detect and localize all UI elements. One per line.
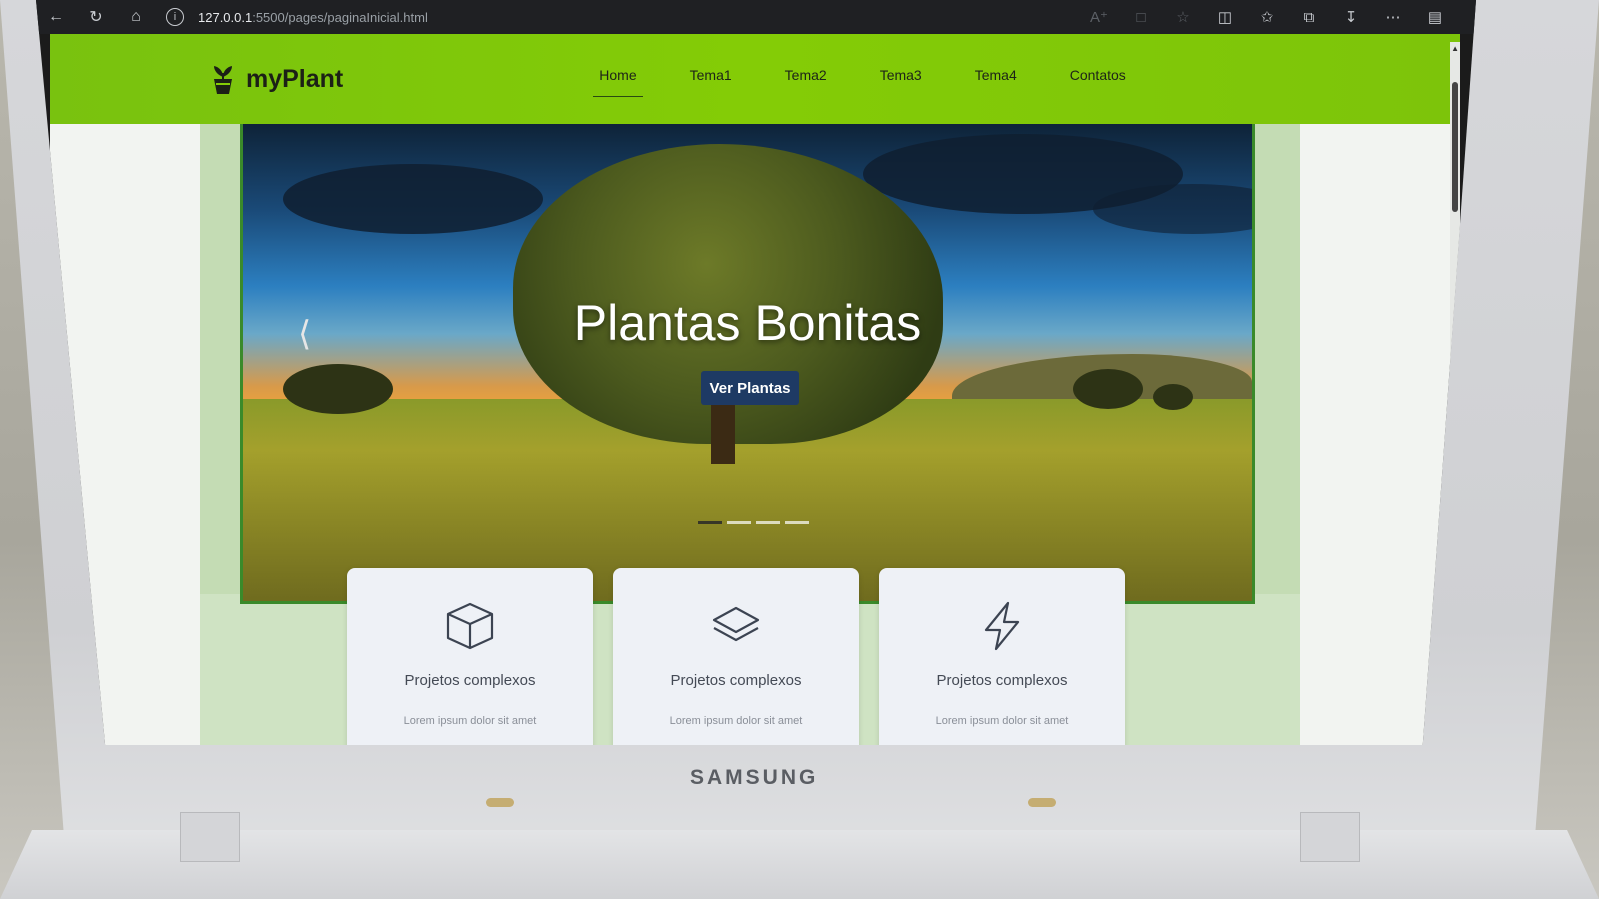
nav-tema2[interactable]: Tema2 [779, 61, 833, 97]
address-bar[interactable]: i 127.0.0.1:5500/pages/paginaInicial.htm… [166, 8, 428, 26]
hero-title: Plantas Bonitas [573, 295, 922, 351]
distant-tree [283, 364, 393, 414]
distant-tree [1153, 384, 1193, 410]
hero-carousel: ⟨ Plantas Bonitas Ver Plantas [240, 124, 1255, 604]
browser-toolbar: ← ↻ ⌂ i 127.0.0.1:5500/pages/paginaInici… [36, 0, 1476, 34]
nav-contatos[interactable]: Contatos [1064, 61, 1132, 97]
feature-card: Projetos complexos Lorem ipsum dolor sit… [879, 568, 1125, 745]
laptop-hinge [180, 812, 240, 862]
carousel-indicators [698, 521, 814, 524]
lightning-icon [984, 601, 1020, 651]
sidebar-icon[interactable]: ▤ [1414, 0, 1456, 34]
plant-pot-icon [214, 66, 232, 94]
site-info-icon[interactable]: i [166, 8, 184, 26]
card-text: Lorem ipsum dolor sit amet [935, 715, 1069, 727]
card-title: Projetos complexos [404, 672, 536, 689]
more-menu-icon[interactable]: ⋯ [1372, 0, 1414, 34]
laptop-hinge [1300, 812, 1360, 862]
nav-tema4[interactable]: Tema4 [969, 61, 1023, 97]
app-icon[interactable]: □ [1120, 0, 1162, 34]
card-title: Projetos complexos [936, 672, 1068, 689]
back-icon[interactable]: ← [36, 0, 76, 34]
web-page: myPlant Home Tema1 Tema2 Tema3 Tema4 Con… [50, 34, 1460, 745]
layers-icon [712, 606, 760, 642]
split-screen-icon[interactable]: ◫ [1204, 0, 1246, 34]
feature-card: Projetos complexos Lorem ipsum dolor sit… [347, 568, 593, 745]
card-text: Lorem ipsum dolor sit amet [669, 715, 803, 727]
home-icon[interactable]: ⌂ [116, 0, 156, 34]
card-text: Lorem ipsum dolor sit amet [403, 715, 537, 727]
carousel-indicator[interactable] [785, 521, 809, 524]
collections-icon[interactable]: ⧉ [1288, 0, 1330, 34]
carousel-indicator[interactable] [698, 521, 722, 524]
ver-plantas-button[interactable]: Ver Plantas [701, 371, 799, 405]
nav-tema1[interactable]: Tema1 [684, 61, 738, 97]
url-host: 127.0.0.1 [198, 9, 253, 25]
laptop-foot [486, 798, 514, 807]
box-icon [446, 602, 494, 650]
scroll-up-icon[interactable]: ▲ [1451, 44, 1459, 53]
distant-tree [1073, 369, 1143, 409]
laptop-logo: SAMSUNG [690, 766, 819, 789]
laptop-screen: ← ↻ ⌂ i 127.0.0.1:5500/pages/paginaInici… [36, 0, 1476, 745]
carousel-indicator[interactable] [756, 521, 780, 524]
cloud [283, 164, 543, 234]
scroll-thumb[interactable] [1452, 82, 1458, 212]
url-path: :5500/pages/paginaInicial.html [252, 9, 428, 25]
laptop-foot [1028, 798, 1056, 807]
navbar: myPlant Home Tema1 Tema2 Tema3 Tema4 Con… [50, 34, 1460, 124]
favorites-icon[interactable]: ✩ [1246, 0, 1288, 34]
reload-icon[interactable]: ↻ [76, 0, 116, 34]
nav-home[interactable]: Home [593, 61, 643, 97]
tree-trunk [711, 404, 735, 464]
read-aloud-icon[interactable]: A⁺ [1078, 0, 1120, 34]
main-nav: Home Tema1 Tema2 Tema3 Tema4 Contatos [593, 61, 1173, 97]
feature-card: Projetos complexos Lorem ipsum dolor sit… [613, 568, 859, 745]
nav-tema3[interactable]: Tema3 [874, 61, 928, 97]
favorite-star-icon[interactable]: ☆ [1162, 0, 1204, 34]
download-icon[interactable]: ↧ [1330, 0, 1372, 34]
card-title: Projetos complexos [670, 672, 802, 689]
brand-name: myPlant [246, 64, 344, 93]
browser-actions: A⁺ □ ☆ ◫ ✩ ⧉ ↧ ⋯ ▤ [1078, 0, 1456, 34]
brand[interactable]: myPlant [210, 63, 343, 95]
carousel-indicator[interactable] [727, 521, 751, 524]
